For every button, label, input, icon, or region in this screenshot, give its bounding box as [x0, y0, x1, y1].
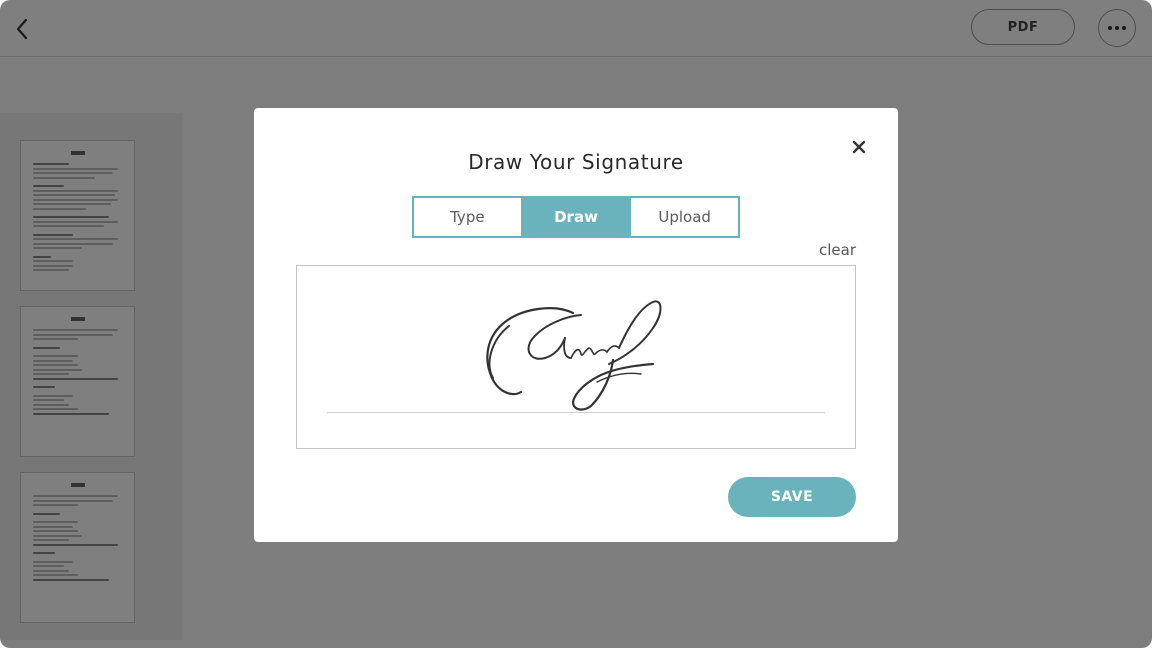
- tab-draw[interactable]: Draw: [520, 198, 630, 236]
- clear-button[interactable]: clear: [816, 241, 856, 259]
- signature-baseline: [327, 412, 825, 413]
- signature-dialog: Draw Your Signature Type Draw Upload cle…: [254, 108, 898, 542]
- tab-upload[interactable]: Upload: [629, 198, 738, 236]
- tab-type[interactable]: Type: [414, 198, 521, 236]
- signature-mode-tabs: Type Draw Upload: [412, 196, 740, 238]
- dialog-title: Draw Your Signature: [468, 150, 684, 174]
- save-button[interactable]: SAVE: [728, 477, 856, 517]
- signature-drawing: [486, 300, 662, 411]
- app-window: PDF: [0, 0, 1152, 648]
- signature-canvas[interactable]: [296, 265, 856, 449]
